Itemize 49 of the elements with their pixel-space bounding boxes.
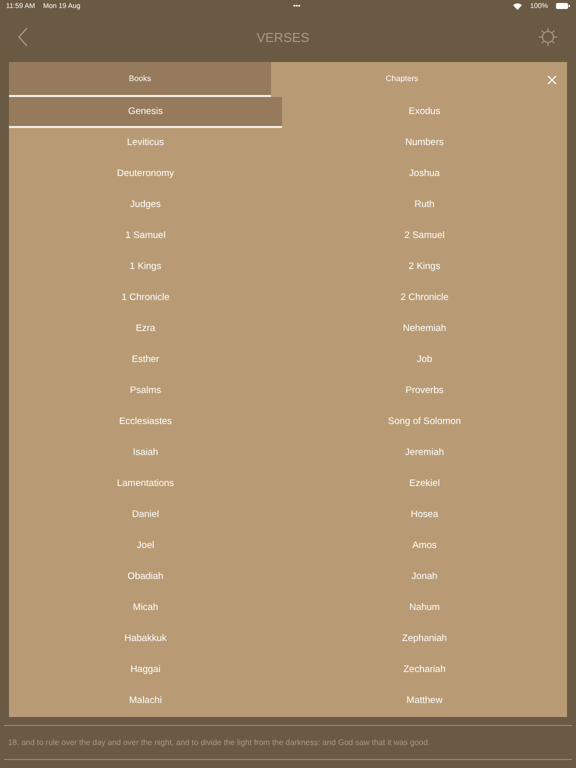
- back-icon[interactable]: [18, 27, 28, 47]
- book-item[interactable]: Matthew: [282, 686, 567, 717]
- book-item[interactable]: Hosea: [282, 500, 567, 531]
- battery-icon: [556, 3, 570, 9]
- book-item[interactable]: Judges: [9, 190, 282, 221]
- book-item[interactable]: Amos: [282, 531, 567, 562]
- book-item[interactable]: Zephaniah: [282, 624, 567, 655]
- book-item[interactable]: Ezra: [9, 314, 282, 345]
- book-item[interactable]: Proverbs: [282, 376, 567, 407]
- settings-icon[interactable]: [538, 27, 558, 47]
- book-item[interactable]: Exodus: [282, 97, 567, 128]
- book-item[interactable]: 1 Chronicle: [9, 283, 282, 314]
- book-item[interactable]: Zechariah: [282, 655, 567, 686]
- book-item[interactable]: Haggai: [9, 655, 282, 686]
- book-item[interactable]: Numbers: [282, 128, 567, 159]
- book-item[interactable]: Habakkuk: [9, 624, 282, 655]
- book-item[interactable]: Genesis: [9, 97, 282, 128]
- book-item[interactable]: Job: [282, 345, 567, 376]
- book-item[interactable]: Jonah: [282, 562, 567, 593]
- book-item[interactable]: Obadiah: [9, 562, 282, 593]
- book-item[interactable]: Micah: [9, 593, 282, 624]
- book-item[interactable]: Isaiah: [9, 438, 282, 469]
- book-item[interactable]: Ruth: [282, 190, 567, 221]
- book-item[interactable]: Joshua: [282, 159, 567, 190]
- page-title: VERSES: [256, 30, 310, 44]
- book-item[interactable]: Psalms: [9, 376, 282, 407]
- book-item[interactable]: Jeremiah: [282, 438, 567, 469]
- tab[interactable]: Chapters: [271, 62, 533, 97]
- verse-text: 18. and to rule over the day and over the night, and to divide the light from the darkness: and God saw that it was good.: [8, 738, 432, 747]
- close-button[interactable]: [547, 74, 557, 84]
- book-item[interactable]: Song of Solomon: [282, 407, 567, 438]
- tab[interactable]: Books: [9, 62, 271, 97]
- book-item[interactable]: 2 Samuel: [282, 221, 567, 252]
- book-item[interactable]: 2 Chronicle: [282, 283, 567, 314]
- book-item[interactable]: Deuteronomy: [9, 159, 282, 190]
- book-item[interactable]: Nehemiah: [282, 314, 567, 345]
- wifi-icon: [513, 2, 522, 10]
- book-item[interactable]: Ecclesiastes: [9, 407, 282, 438]
- book-item[interactable]: Lamentations: [9, 469, 282, 500]
- book-item[interactable]: Ezekiel: [282, 469, 567, 500]
- book-item[interactable]: 1 Samuel: [9, 221, 282, 252]
- book-item[interactable]: Daniel: [9, 500, 282, 531]
- book-item[interactable]: Joel: [9, 531, 282, 562]
- book-item[interactable]: 1 Kings: [9, 252, 282, 283]
- book-item[interactable]: Malachi: [9, 686, 282, 717]
- book-item[interactable]: Esther: [9, 345, 282, 376]
- book-item[interactable]: 2 Kings: [282, 252, 567, 283]
- book-item[interactable]: Leviticus: [9, 128, 282, 159]
- book-item[interactable]: Nahum: [282, 593, 567, 624]
